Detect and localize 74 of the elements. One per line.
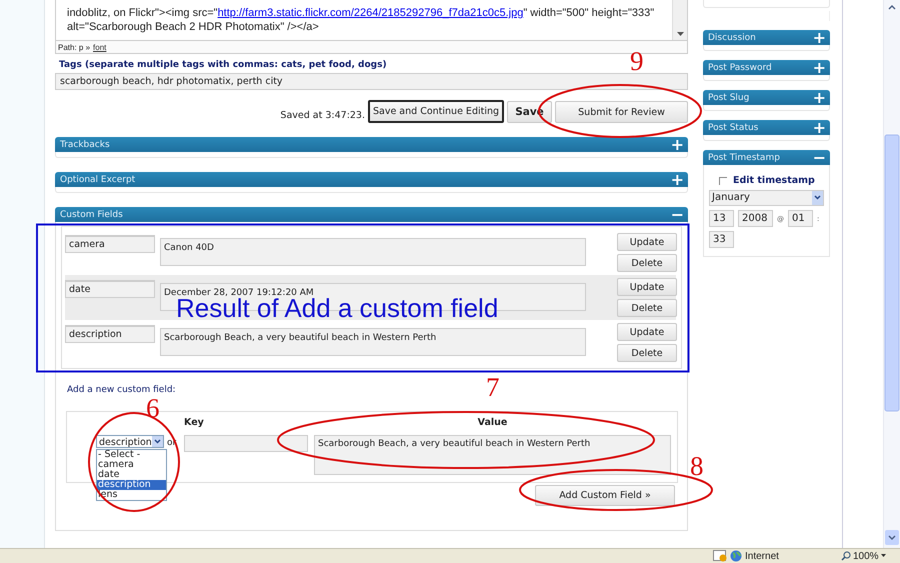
toggle-icon[interactable]: + <box>812 30 826 45</box>
panel-title: Post Timestamp <box>708 152 780 162</box>
dropdown-option[interactable]: description <box>97 480 166 490</box>
checkbox-label: Edit timestamp <box>733 175 815 186</box>
save-continue-button[interactable]: Save and Continue Editing <box>368 100 504 123</box>
value-input[interactable]: Scarborough Beach, a very beautiful beach in Western Perth <box>314 435 671 475</box>
toggle-icon[interactable]: + <box>812 120 826 135</box>
column-heading: Key <box>184 416 205 430</box>
update-button[interactable]: Update <box>617 278 677 296</box>
toggle-icon[interactable]: − <box>670 207 684 222</box>
panel-title: Optional Excerpt <box>60 174 136 184</box>
panel-header[interactable]: Post Slug + <box>703 90 830 105</box>
annotation-number: 6 <box>146 395 160 422</box>
zoom-icon[interactable] <box>841 551 851 561</box>
delete-button[interactable]: Delete <box>617 299 677 317</box>
toggle-icon[interactable]: + <box>670 137 684 152</box>
globe-icon <box>730 550 742 562</box>
update-button[interactable]: Update <box>617 323 677 341</box>
saved-status: Saved at 3:47:23. <box>280 109 365 123</box>
panel-title: Post Status <box>708 122 758 132</box>
hour-field[interactable]: 01 <box>788 210 813 227</box>
value-field[interactable]: Canon 40D <box>160 238 586 266</box>
section-label: Add a new custom field: <box>67 385 176 395</box>
dropdown-icon[interactable] <box>881 554 886 558</box>
key-dropdown[interactable]: description <box>96 435 164 448</box>
panel-title: Custom Fields <box>60 210 123 220</box>
annotation-number: 7 <box>486 374 500 401</box>
panel-header[interactable]: Trackbacks + <box>55 137 688 152</box>
chevron-down-icon[interactable] <box>152 436 163 447</box>
delete-button[interactable]: Delete <box>617 344 677 362</box>
tags-field[interactable]: scarborough beach, hdr photomatix, perth city <box>55 73 688 90</box>
panel-header[interactable]: Post Status + <box>703 120 830 135</box>
delete-button[interactable]: Delete <box>617 254 677 272</box>
day-field[interactable]: 13 <box>709 210 734 227</box>
editor-text[interactable]: indoblitz, on Flickr"><img src="http://farm3.static.flickr.com/2264/2185292796_f7da21c0c5.jpg" width="500" height="333" alt="Scarborough Beach 2 HDR Photomatix" /></a> <box>56 0 672 40</box>
add-custom-field-button[interactable]: Add Custom Field » <box>535 485 675 506</box>
column-heading: Value <box>476 416 508 430</box>
toggle-icon[interactable]: − <box>812 150 826 165</box>
update-button[interactable]: Update <box>617 233 677 251</box>
dropdown-option[interactable]: - Select - <box>97 450 166 460</box>
value-field[interactable]: Scarborough Beach, a very beautiful beach in Western Perth <box>160 328 586 356</box>
toggle-icon[interactable]: + <box>812 60 826 75</box>
month-dropdown[interactable]: January <box>709 190 824 206</box>
panel-header[interactable]: Post Password + <box>703 60 830 75</box>
panel-header[interactable]: Post Timestamp − <box>703 150 830 165</box>
key-field[interactable]: camera <box>65 235 155 253</box>
panel-header[interactable]: Custom Fields − <box>55 207 688 222</box>
checkbox[interactable] <box>719 176 727 184</box>
year-field[interactable]: 2008 <box>738 210 773 227</box>
chevron-down-icon[interactable] <box>812 191 823 205</box>
zone-label: Internet <box>745 550 780 562</box>
panel-title: Post Password <box>708 62 772 72</box>
panel-title: Post Slug <box>708 92 750 102</box>
tags-label: Tags (separate multiple tags with commas: cats, pet food, dogs) <box>59 59 387 71</box>
path-link[interactable]: font <box>93 42 106 52</box>
panel-title: Trackbacks <box>60 140 110 150</box>
dropdown-option[interactable]: date <box>97 470 166 480</box>
annotation-number: 9 <box>630 48 644 75</box>
toggle-icon[interactable]: + <box>670 172 684 187</box>
submit-button[interactable]: Submit for Review <box>555 101 688 123</box>
key-input[interactable] <box>184 435 308 452</box>
path-label: Path: p » <box>58 42 90 52</box>
scrollbar[interactable] <box>883 0 900 548</box>
key-field[interactable]: date <box>65 280 155 298</box>
toggle-icon[interactable]: + <box>812 90 826 105</box>
panel-title: Discussion <box>708 32 756 42</box>
zoom-level[interactable]: 100% <box>853 550 881 562</box>
key-field[interactable]: description <box>65 325 155 343</box>
image-link[interactable]: http://farm3.static.flickr.com/2264/2185292796_f7da21c0c5.jpg <box>218 7 524 19</box>
panel-header[interactable]: Optional Excerpt + <box>55 172 688 187</box>
panel-header[interactable]: Discussion + <box>703 30 830 45</box>
dropdown-option[interactable]: camera <box>97 460 166 470</box>
minute-field[interactable]: 33 <box>709 231 734 248</box>
annotation-number: 8 <box>690 453 704 480</box>
